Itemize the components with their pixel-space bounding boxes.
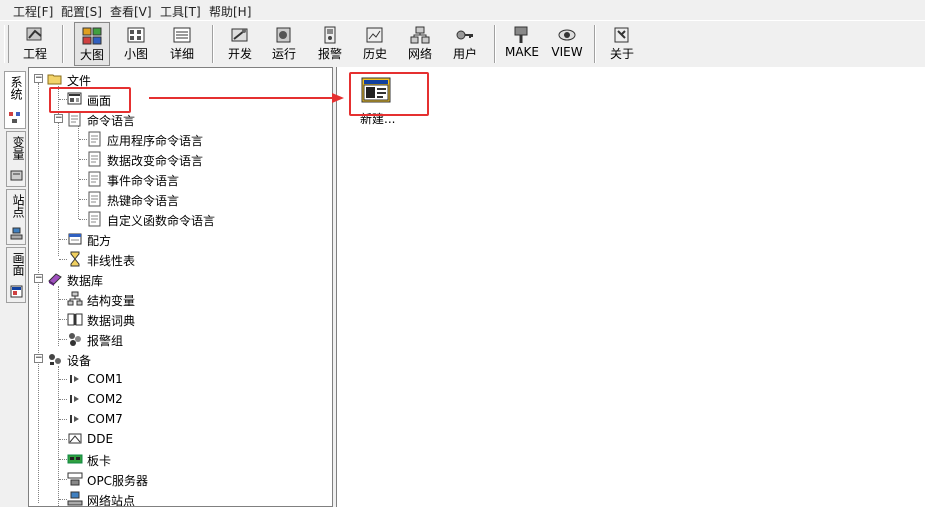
view-button[interactable]: VIEW [548, 22, 586, 66]
large-icons-button[interactable]: 大图 [74, 22, 110, 66]
tree-guide-line [59, 439, 67, 440]
make-button[interactable]: MAKE [502, 22, 542, 66]
menu-tools[interactable]: 工具[T] [160, 3, 201, 20]
alarm-button[interactable]: 报警 [312, 22, 348, 66]
script-icon [88, 151, 101, 167]
tree-guide-line [59, 379, 67, 380]
script-icon [88, 171, 101, 187]
screens-icon [10, 285, 23, 298]
tree-guide-line [59, 339, 67, 340]
tree-guide-line [58, 366, 59, 506]
dde-icon [68, 433, 82, 444]
run-icon [276, 27, 291, 43]
collapse-toggle[interactable]: − [34, 354, 43, 363]
collapse-toggle[interactable]: − [34, 274, 43, 283]
large-icons-icon [82, 27, 102, 45]
toolbar: 工程 大图 小图 详细 开发 运行 报警 历史 网络 用户 MAKE VIEW … [0, 20, 925, 68]
menu-config[interactable]: 配置[S] [61, 3, 102, 20]
tree-guide-line [59, 239, 67, 240]
tree-guide-line [59, 419, 67, 420]
device-icon [49, 354, 61, 365]
serial-port-icon [70, 395, 79, 403]
variables-icon [10, 170, 23, 181]
menu-bar: 工程[F] 配置[S] 查看[V] 工具[T] 帮助[H] [0, 0, 925, 20]
folder-icon [47, 74, 62, 85]
script-icon [68, 111, 81, 127]
stations-icon [10, 227, 23, 240]
database-icon [48, 273, 62, 286]
board-icon [67, 454, 83, 464]
tree-guide-line [38, 83, 39, 503]
make-icon [514, 26, 528, 43]
develop-button[interactable]: 开发 [222, 22, 258, 66]
develop-icon [231, 28, 248, 42]
network-station-icon [67, 491, 83, 506]
tree-guide-line [59, 399, 67, 400]
tree-guide-line [79, 179, 87, 180]
tab-variables[interactable]: 变量 [6, 131, 26, 187]
side-tab-strip: 系统 变量 站点 画面 [0, 67, 28, 507]
details-icon [173, 27, 191, 43]
menu-help[interactable]: 帮助[H] [209, 3, 251, 20]
script-icon [88, 211, 101, 227]
tree-guide-line [79, 199, 87, 200]
toolbar-separator [212, 25, 214, 63]
struct-icon [67, 291, 83, 306]
menu-view[interactable]: 查看[V] [110, 3, 152, 20]
hourglass-icon [70, 251, 80, 267]
view-icon [558, 29, 576, 41]
serial-port-icon [70, 375, 79, 383]
highlight-box-new-item [349, 72, 429, 116]
script-icon [88, 191, 101, 207]
collapse-toggle[interactable]: − [54, 114, 63, 123]
alarm-icon [324, 26, 336, 44]
tree-guide-line [59, 259, 67, 260]
tab-stations[interactable]: 站点 [6, 189, 26, 245]
tree-guide-line [58, 286, 59, 346]
recipe-icon [68, 233, 82, 245]
script-icon [88, 131, 101, 147]
toolbar-separator [494, 25, 496, 63]
content-pane [336, 67, 925, 507]
small-icons-icon [127, 27, 145, 43]
network-button[interactable]: 网络 [402, 22, 438, 66]
toolbar-separator [594, 25, 596, 63]
tree-guide-line [59, 479, 67, 480]
run-button[interactable]: 运行 [266, 22, 302, 66]
highlight-box-screen-node [49, 87, 131, 113]
network-icon [410, 26, 430, 44]
tree-guide-line [59, 319, 67, 320]
alarm-group-icon [69, 333, 81, 346]
user-button[interactable]: 用户 [447, 22, 483, 66]
system-icon [9, 112, 20, 123]
tree-guide-line [59, 299, 67, 300]
history-icon [366, 27, 383, 43]
about-icon [614, 27, 629, 43]
about-button[interactable]: 关于 [604, 22, 640, 66]
menu-project[interactable]: 工程[F] [13, 3, 53, 20]
details-button[interactable]: 详细 [164, 22, 200, 66]
tab-system[interactable]: 系统 [4, 71, 26, 129]
collapse-toggle[interactable]: − [34, 74, 43, 83]
toolbar-grip[interactable] [4, 25, 9, 63]
tab-screens[interactable]: 画面 [6, 247, 26, 303]
tree-guide-line [79, 139, 87, 140]
opc-icon [67, 472, 83, 486]
book-icon [67, 313, 83, 326]
key-icon [456, 30, 473, 40]
tree-guide-line [79, 159, 87, 160]
serial-port-icon [70, 415, 79, 423]
history-button[interactable]: 历史 [357, 22, 393, 66]
tree-guide-line [59, 499, 67, 500]
small-icons-button[interactable]: 小图 [118, 22, 154, 66]
toolbar-separator [62, 25, 64, 63]
tree-guide-line [79, 219, 87, 220]
project-button[interactable]: 工程 [18, 22, 52, 66]
project-tree: − 文件 画面 − 命令语言 应用程序命令语言 数据改变命令语言 事件命令语言 … [28, 67, 333, 507]
tree-guide-line [59, 459, 67, 460]
project-icon [26, 27, 42, 41]
